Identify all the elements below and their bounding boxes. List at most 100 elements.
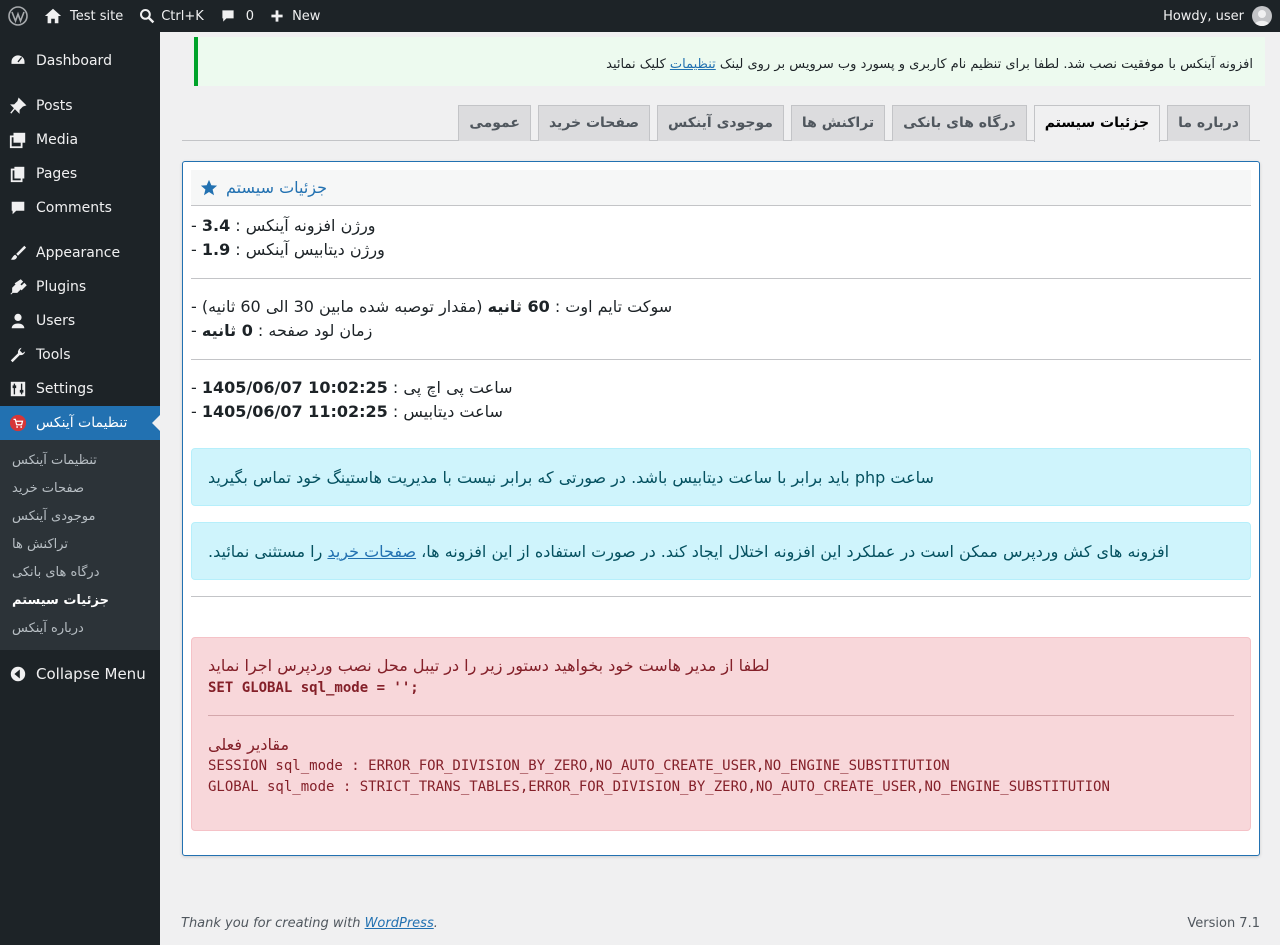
new-label: New (292, 8, 321, 24)
footer-text: Thank you for creating with (181, 916, 365, 931)
db-version-label: ورژن دیتابیس آینکس : (235, 240, 385, 259)
cache-plugin-alert: افزونه های کش وردپرس ممکن است در عملکرد … (191, 522, 1251, 580)
menu-media[interactable]: Media (0, 123, 160, 157)
sql-command: SET GLOBAL sql_mode = ''; (208, 680, 419, 696)
page-load-value: 0 ثانیه (201, 321, 253, 340)
menu-users[interactable]: Users (0, 304, 160, 338)
wordpress-logo-icon[interactable] (0, 0, 36, 32)
brush-icon (8, 243, 28, 263)
menu-dashboard[interactable]: Dashboard (0, 44, 160, 78)
submenu-label: تنظیمات آینکس (12, 453, 97, 468)
dashboard-icon (8, 51, 28, 71)
menu-posts[interactable]: Posts (0, 89, 160, 123)
plugin-version-line: - 3.4 ورژن افزونه آینکس : (191, 216, 376, 235)
tab-transactions[interactable]: تراکنش ها (790, 105, 886, 141)
footer-version: Version 7.1 (1187, 916, 1260, 931)
cache-alert-text-end: را مستثنی نمائید. (208, 541, 328, 561)
menu-label: Settings (36, 381, 94, 397)
menu-label: Pages (36, 166, 78, 182)
site-name-link[interactable]: Test site (36, 0, 131, 32)
plus-icon (270, 9, 284, 23)
panel-header: جزئیات سیستم (191, 170, 1251, 206)
search-icon (139, 8, 155, 24)
media-icon (8, 130, 28, 150)
submenu-aynex-balance[interactable]: موجودی آینکس (0, 503, 160, 531)
home-icon (44, 7, 62, 25)
notice-text: افزونه آینکس با موفقیت نصب شد. لطفا برای… (715, 57, 1253, 72)
menu-pages[interactable]: Pages (0, 157, 160, 191)
menu-appearance[interactable]: Appearance (0, 236, 160, 270)
system-details-panel: جزئیات سیستم - 3.4 ورژن افزونه آینکس : -… (182, 161, 1260, 856)
avatar (1252, 6, 1272, 26)
comments-link[interactable]: 0 (212, 0, 262, 32)
menu-settings[interactable]: Settings (0, 372, 160, 406)
menu-label: Users (36, 313, 76, 329)
socket-timeout-line: - (مقدار توصبه شده مابین 30 الی 60 ثانیه… (191, 297, 673, 316)
submenu-transactions[interactable]: تراکنش ها (0, 531, 160, 559)
submenu-purchase-pages[interactable]: صفحات خرید (0, 475, 160, 503)
my-account[interactable]: Howdy, user (1163, 6, 1280, 26)
menu-tools[interactable]: Tools (0, 338, 160, 372)
sql-mode-alert: لطفا از مدیر هاست خود بخواهید دستور زیر … (191, 637, 1251, 831)
comments-count: 0 (245, 8, 255, 24)
menu-label: Media (36, 132, 79, 148)
collapse-menu-button[interactable]: Collapse Menu (0, 657, 160, 691)
howdy-label: Howdy, user (1163, 8, 1244, 24)
menu-plugins[interactable]: Plugins (0, 270, 160, 304)
success-notice: افزونه آینکس با موفقیت نصب شد. لطفا برای… (194, 37, 1265, 86)
divider (191, 359, 1251, 360)
menu-label: Plugins (36, 279, 87, 295)
submenu-label: درباره آینکس (12, 621, 84, 636)
menu-label: Tools (36, 347, 71, 363)
divider (191, 278, 1251, 279)
shortcut-label: Ctrl+K (161, 8, 204, 24)
menu-label: تنظیمات آینکس (36, 415, 128, 431)
comment-icon (8, 198, 28, 218)
collapse-icon (8, 664, 28, 684)
plugin-version-value: 3.4 (201, 216, 231, 235)
submenu-aynex-settings[interactable]: تنظیمات آینکس (0, 447, 160, 475)
pin-icon (8, 96, 28, 116)
submenu-system-details[interactable]: جزئیات سیستم (0, 587, 160, 615)
db-version-value: 1.9 (201, 240, 231, 259)
submenu-bank-gateways[interactable]: درگاه های بانکی (0, 559, 160, 587)
sql-mode-instruction: لطفا از مدیر هاست خود بخواهید دستور زیر … (208, 656, 770, 675)
submenu-label: درگاه های بانکی (12, 565, 100, 580)
menu-label: Posts (36, 98, 73, 114)
menu-comments[interactable]: Comments (0, 191, 160, 225)
purchase-pages-link[interactable]: صفحات خرید (327, 542, 416, 561)
star-icon (200, 179, 218, 197)
divider (208, 715, 1234, 716)
tab-purchase-pages[interactable]: صفحات خرید (537, 105, 651, 141)
db-time-line: - 1405/06/07 11:02:25 ساعت دیتابیس : (191, 402, 503, 421)
tab-bank-gateways[interactable]: درگاه های بانکی (892, 105, 1027, 141)
submenu-about-aynex[interactable]: درباره آینکس (0, 615, 160, 643)
db-version-line: - 1.9 ورژن دیتابیس آینکس : (191, 240, 385, 259)
menu-label: Appearance (36, 245, 121, 261)
php-time-value: 1405/06/07 10:02:25 (201, 378, 388, 397)
comment-icon (220, 8, 236, 24)
tab-about[interactable]: درباره ما (1167, 105, 1250, 141)
submenu-label: جزئیات سیستم (12, 593, 109, 608)
wordpress-link[interactable]: WordPress (365, 916, 434, 931)
plugin-version-label: ورژن افزونه آینکس : (235, 216, 376, 235)
socket-value: 60 ثانیه (487, 297, 550, 316)
global-sql-mode: GLOBAL sql_mode : STRICT_TRANS_TABLES,ER… (208, 779, 1110, 795)
notice-settings-link[interactable]: تنظیمات (670, 57, 716, 72)
current-values-label: مقادیر فعلی (208, 735, 290, 754)
tab-aynex-balance[interactable]: موجودی آینکس (657, 105, 784, 141)
divider (191, 596, 1251, 597)
wrench-icon (8, 345, 28, 365)
db-time-label: ساعت دیتابیس : (392, 402, 503, 421)
session-sql-mode: SESSION sql_mode : ERROR_FOR_DIVISION_BY… (208, 758, 950, 774)
tab-system-details[interactable]: جزئیات سیستم (1033, 105, 1161, 142)
command-palette-link[interactable]: Ctrl+K (131, 0, 212, 32)
plug-icon (8, 277, 28, 297)
site-name: Test site (70, 8, 124, 24)
menu-aynex-settings[interactable]: تنظیمات آینکس (0, 406, 160, 440)
new-content-link[interactable]: New (262, 0, 328, 32)
submenu-label: موجودی آینکس (12, 509, 96, 524)
collapse-label: Collapse Menu (36, 665, 146, 683)
main-content: افزونه آینکس با موفقیت نصب شد. لطفا برای… (160, 32, 1280, 945)
tab-general[interactable]: عمومی (458, 105, 531, 141)
